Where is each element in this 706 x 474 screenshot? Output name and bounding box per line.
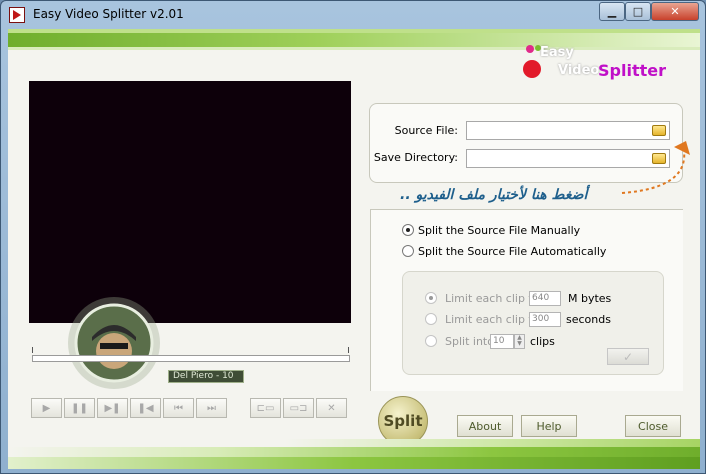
pause-icon: ❚❚	[71, 402, 88, 414]
limit-size-label: Limit each clip to	[445, 292, 540, 305]
film-start-icon: ⊏▭	[256, 402, 275, 414]
bottom-stripe-upper	[8, 439, 700, 447]
close-icon: ✕	[670, 5, 680, 18]
skip-end-button[interactable]: ⏭	[196, 398, 227, 418]
limit-size-unit: M bytes	[568, 292, 612, 305]
app-logo: Easy Video Splitter	[516, 41, 666, 81]
seek-bar[interactable]	[32, 355, 350, 362]
apply-settings-button[interactable]: ✓	[607, 348, 649, 365]
about-button[interactable]: About	[457, 415, 513, 437]
bottom-stripe-lower	[8, 457, 700, 469]
limit-time-input[interactable]: 300	[529, 312, 561, 327]
close-window-button[interactable]: ✕	[651, 2, 699, 21]
minimize-button[interactable]: ▁	[599, 2, 625, 21]
title-bar[interactable]: Easy Video Splitter v2.01 ▁ □ ✕	[1, 1, 705, 29]
manual-split-radio[interactable]	[402, 224, 414, 236]
close-icon: ✕	[327, 402, 336, 414]
split-into-unit: clips	[530, 335, 555, 348]
app-icon[interactable]	[9, 7, 25, 23]
manual-split-label[interactable]: Split the Source File Manually	[418, 224, 580, 237]
hint-text: أضغط هنا لأختيار ملف الفيديو ..	[400, 187, 588, 203]
video-preview[interactable]	[29, 81, 351, 323]
avatar	[68, 297, 160, 389]
skip-start-icon: ⏮	[174, 402, 183, 414]
play-button[interactable]: ▶	[31, 398, 62, 418]
limit-time-unit: seconds	[566, 313, 611, 326]
maximize-button[interactable]: □	[625, 2, 651, 21]
bottom-stripe	[8, 447, 700, 457]
maximize-icon: □	[632, 5, 644, 18]
close-button[interactable]: Close	[625, 415, 681, 437]
seek-end-tick	[348, 347, 349, 353]
seek-start-tick	[32, 347, 33, 353]
limit-size-input[interactable]: 640	[529, 291, 561, 306]
limit-size-radio[interactable]	[425, 292, 437, 304]
limit-time-radio[interactable]	[425, 313, 437, 325]
logo-word-splitter: Splitter	[598, 61, 666, 80]
split-into-label: Split into	[445, 335, 494, 348]
skip-end-icon: ⏭	[207, 402, 216, 414]
step-forward-button[interactable]: ▶❚	[97, 398, 128, 418]
step-back-button[interactable]: ❚◀	[130, 398, 161, 418]
source-file-label: Source File:	[394, 124, 458, 137]
pause-button[interactable]: ❚❚	[64, 398, 95, 418]
play-icon: ▶	[42, 402, 51, 414]
split-into-radio[interactable]	[425, 335, 437, 347]
skip-start-button[interactable]: ⏮	[163, 398, 194, 418]
help-button[interactable]: Help	[521, 415, 577, 437]
hint-arrow	[621, 141, 690, 194]
logo-word-easy: Easy	[540, 45, 574, 60]
avatar-caption: Del Piero - 10	[168, 370, 244, 383]
clear-markers-button[interactable]: ✕	[316, 398, 347, 418]
minimize-icon: ▁	[607, 5, 617, 18]
limit-time-label: Limit each clip to	[445, 313, 540, 326]
film-end-icon: ▭⊐	[289, 402, 308, 414]
set-end-marker-button[interactable]: ▭⊐	[283, 398, 314, 418]
checkmark-icon: ✓	[622, 349, 634, 364]
auto-split-label[interactable]: Split the Source File Automatically	[418, 245, 606, 258]
window-title: Easy Video Splitter v2.01	[33, 7, 184, 21]
auto-split-radio[interactable]	[402, 245, 414, 257]
set-start-marker-button[interactable]: ⊏▭	[250, 398, 281, 418]
step-back-icon: ❚◀	[137, 402, 154, 414]
split-into-spinner[interactable]: ▲ ▼	[514, 334, 525, 349]
step-forward-icon: ▶❚	[104, 402, 121, 414]
logo-word-video: Video	[558, 63, 600, 78]
save-directory-label: Save Directory:	[373, 151, 458, 164]
split-into-input[interactable]: 10	[490, 334, 514, 349]
